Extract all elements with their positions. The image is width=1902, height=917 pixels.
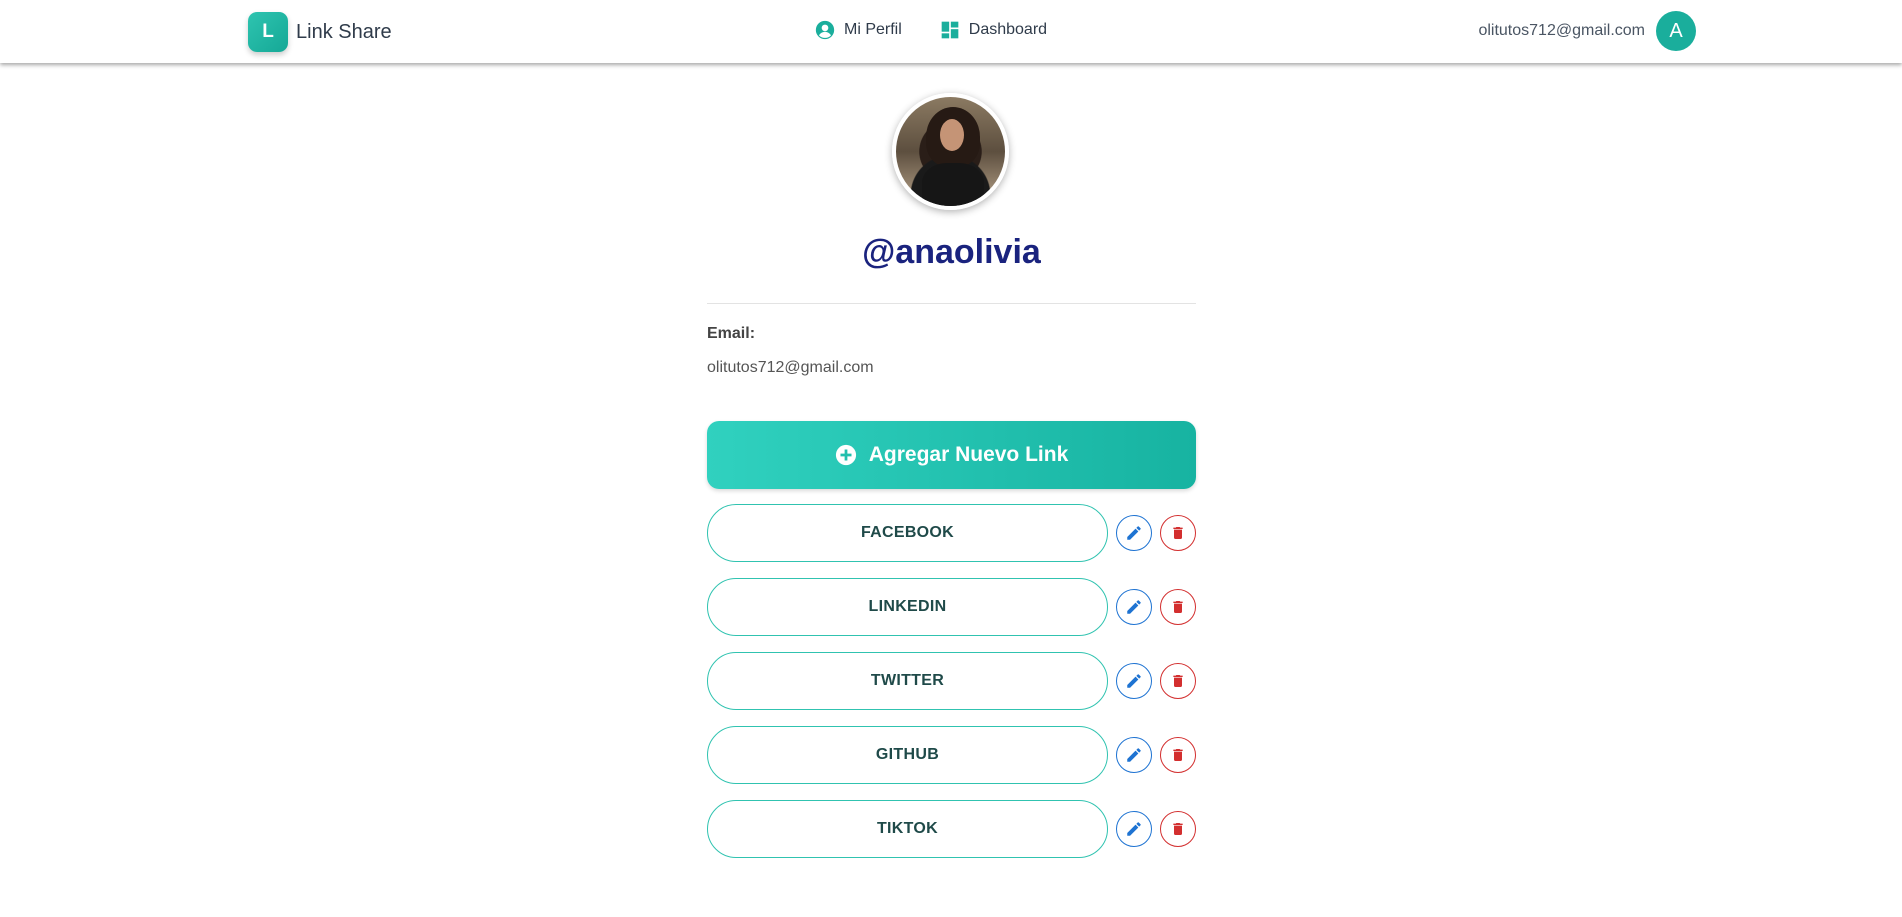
dashboard-icon: [941, 21, 959, 39]
link-row: TWITTER: [707, 652, 1196, 710]
photo-body: [922, 163, 984, 206]
edit-link-button[interactable]: [1116, 515, 1152, 551]
photo-face: [940, 119, 964, 151]
nav-link-label: Dashboard: [968, 21, 1048, 38]
email-label: Email:: [707, 325, 756, 342]
trash-icon: [1173, 527, 1183, 539]
trash-icon: [1173, 823, 1183, 835]
add-link-button[interactable]: Agregar Nuevo Link: [707, 421, 1196, 489]
user-menu[interactable]: olitutos712@gmail.com A: [1478, 11, 1696, 51]
email-value: olitutos712@gmail.com: [707, 359, 874, 376]
add-link-label: Agregar Nuevo Link: [868, 443, 1069, 466]
edit-link-button[interactable]: [1116, 737, 1152, 773]
pencil-icon: [1127, 674, 1141, 688]
delete-link-button[interactable]: [1160, 811, 1196, 847]
divider: [707, 303, 1196, 304]
pencil-icon: [1127, 822, 1141, 836]
nav-links: Mi Perfil Dashboard: [815, 20, 1047, 40]
link-button-linkedin[interactable]: LINKEDIN: [707, 578, 1108, 636]
nav-link-mi-perfil[interactable]: Mi Perfil: [815, 20, 902, 40]
brand-logo: L: [248, 12, 288, 52]
link-button-github[interactable]: GITHUB: [707, 726, 1108, 784]
delete-link-button[interactable]: [1160, 737, 1196, 773]
delete-link-button[interactable]: [1160, 589, 1196, 625]
user-circle-icon: [815, 20, 835, 40]
brand-link[interactable]: L Link Share: [248, 12, 392, 52]
links-list: FACEBOOK LINKEDIN TWITTER GITHUB TIKTOK: [707, 504, 1196, 874]
trash-icon: [1173, 749, 1183, 761]
plus-circle-icon: [835, 444, 856, 466]
trash-icon: [1173, 601, 1183, 613]
link-button-tiktok[interactable]: TIKTOK: [707, 800, 1108, 858]
nav-link-dashboard[interactable]: Dashboard: [940, 20, 1047, 40]
link-button-twitter[interactable]: TWITTER: [707, 652, 1108, 710]
trash-icon: [1173, 675, 1183, 687]
profile-photo: [892, 93, 1009, 210]
nav-link-label: Mi Perfil: [844, 21, 902, 38]
edit-link-button[interactable]: [1116, 811, 1152, 847]
top-navbar: L Link Share Mi Perfil Dashboard olituto…: [0, 0, 1902, 63]
user-email: olitutos712@gmail.com: [1478, 22, 1645, 39]
avatar[interactable]: A: [1656, 11, 1696, 51]
link-row: GITHUB: [707, 726, 1196, 784]
link-row: FACEBOOK: [707, 504, 1196, 562]
link-button-facebook[interactable]: FACEBOOK: [707, 504, 1108, 562]
delete-link-button[interactable]: [1160, 663, 1196, 699]
edit-link-button[interactable]: [1116, 663, 1152, 699]
profile-username: @anaolivia: [862, 233, 1041, 271]
brand-name: Link Share: [296, 20, 392, 43]
delete-link-button[interactable]: [1160, 515, 1196, 551]
link-row: LINKEDIN: [707, 578, 1196, 636]
link-row: TIKTOK: [707, 800, 1196, 858]
pencil-icon: [1127, 748, 1141, 762]
pencil-icon: [1127, 526, 1141, 540]
pencil-icon: [1127, 600, 1141, 614]
edit-link-button[interactable]: [1116, 589, 1152, 625]
